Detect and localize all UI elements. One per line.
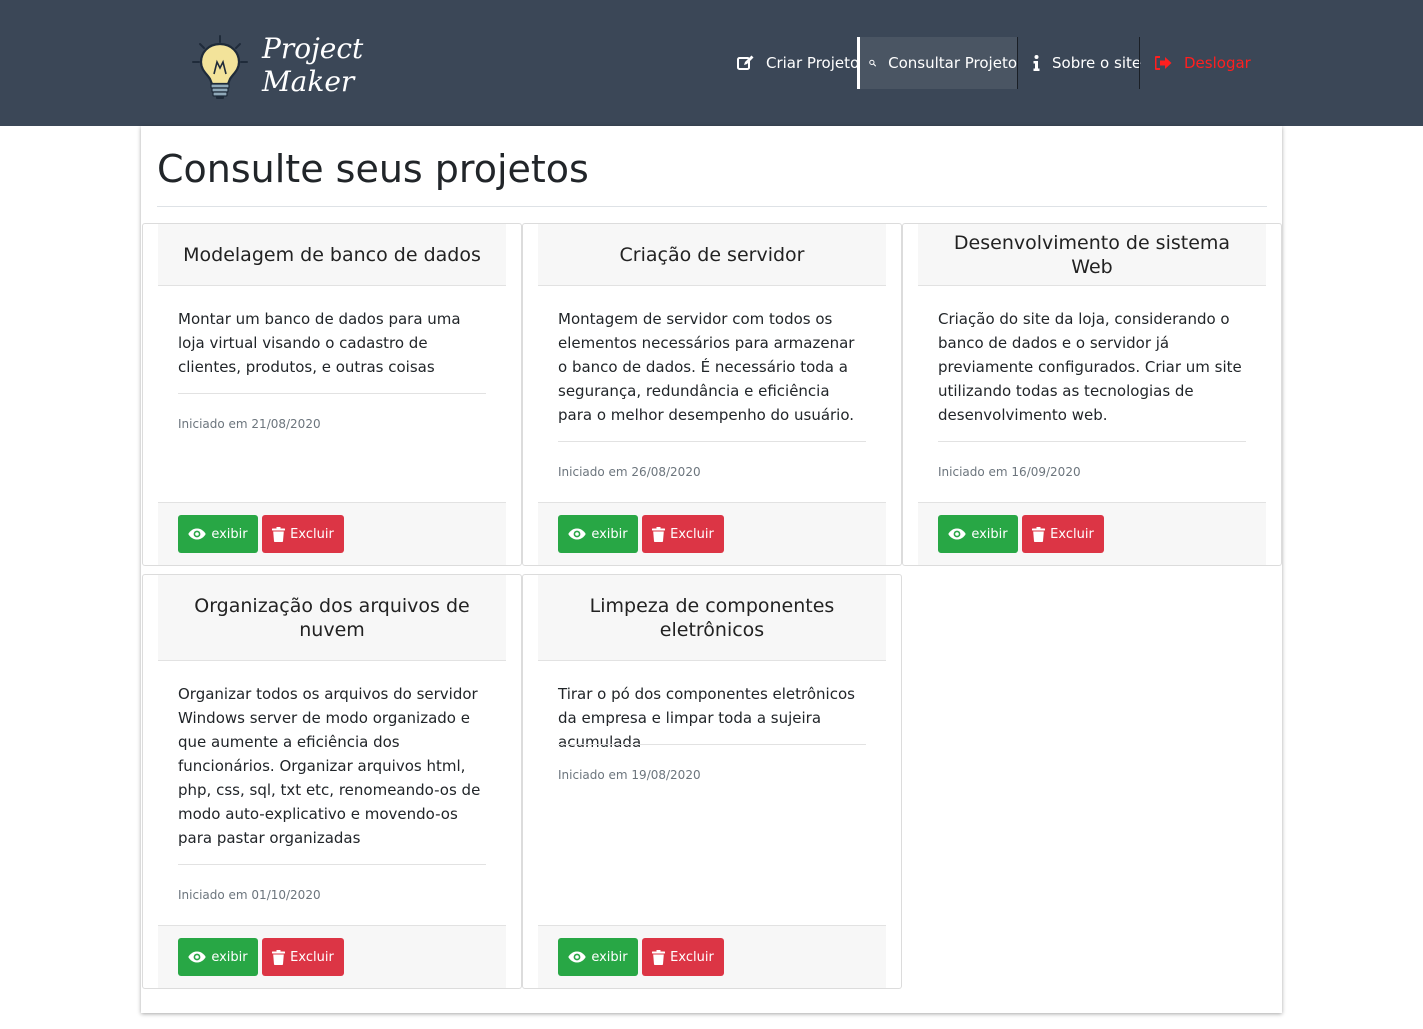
project-title: Organização dos arquivos de nuvem: [158, 575, 506, 661]
title-divider: [157, 206, 1267, 207]
project-card: Limpeza de componentes eletrônicos Tirar…: [522, 574, 902, 989]
view-button[interactable]: exibir: [558, 938, 638, 976]
project-description: Organizar todos os arquivos do servidor …: [178, 685, 481, 847]
brand-logo[interactable]: Project Maker: [190, 30, 380, 102]
project-title: Desenvolvimento de sistema Web: [918, 224, 1266, 286]
project-start-date: Iniciado em 26/08/2020: [558, 465, 701, 479]
navbar: Project Maker Criar Projeto Consultar Pr…: [0, 0, 1423, 126]
delete-button-label: Excluir: [290, 949, 334, 965]
project-card: Modelagem de banco de dados Montar um ba…: [142, 223, 522, 566]
card-divider: [558, 441, 866, 442]
trash-icon: [652, 526, 666, 542]
nav-deslogar[interactable]: Deslogar: [1155, 37, 1251, 89]
delete-button[interactable]: Excluir: [642, 515, 724, 553]
project-description: Montagem de servidor com todos os elemen…: [558, 310, 855, 424]
delete-button[interactable]: Excluir: [642, 938, 724, 976]
card-divider: [178, 393, 486, 394]
view-button[interactable]: exibir: [178, 515, 258, 553]
delete-button-label: Excluir: [1050, 526, 1094, 542]
view-button-label: exibir: [591, 949, 628, 965]
view-button-label: exibir: [211, 526, 248, 542]
project-card: Criação de servidor Montagem de servidor…: [522, 223, 902, 566]
card-divider: [558, 744, 866, 745]
card-footer: exibir Excluir: [158, 925, 506, 988]
info-icon: [1033, 55, 1040, 71]
search-icon: [869, 59, 877, 67]
view-button-label: exibir: [211, 949, 248, 965]
page-title: Consulte seus projetos: [157, 147, 589, 191]
project-start-date: Iniciado em 16/09/2020: [938, 465, 1081, 479]
eye-icon: [568, 951, 587, 963]
eye-icon: [568, 528, 587, 540]
trash-icon: [652, 949, 666, 965]
project-title: Limpeza de componentes eletrônicos: [538, 575, 886, 661]
delete-button[interactable]: Excluir: [262, 938, 344, 976]
project-card: Organização dos arquivos de nuvem Organi…: [142, 574, 522, 989]
nav-sobre-site[interactable]: Sobre o site: [1033, 37, 1141, 89]
nav-label: Criar Projeto: [766, 54, 860, 72]
delete-button-label: Excluir: [290, 526, 334, 542]
eye-icon: [948, 528, 967, 540]
delete-button-label: Excluir: [670, 526, 714, 542]
card-footer: exibir Excluir: [918, 502, 1266, 565]
lightbulb-icon: [192, 35, 248, 99]
card-footer: exibir Excluir: [538, 925, 886, 988]
edit-icon: [737, 55, 754, 70]
nav-consultar-projeto[interactable]: Consultar Projeto: [857, 37, 1017, 89]
view-button-label: exibir: [591, 526, 628, 542]
brand-name: Project Maker: [262, 32, 363, 98]
delete-button[interactable]: Excluir: [1022, 515, 1104, 553]
nav-criar-projeto[interactable]: Criar Projeto: [737, 37, 859, 89]
card-divider: [938, 441, 1246, 442]
nav-divider: [1017, 37, 1018, 89]
nav-label: Sobre o site: [1052, 54, 1142, 72]
project-description: Montar um banco de dados para uma loja v…: [178, 310, 461, 376]
eye-icon: [188, 528, 207, 540]
sign-out-icon: [1155, 56, 1172, 70]
eye-icon: [188, 951, 207, 963]
brand-line-2: Maker: [262, 65, 355, 98]
trash-icon: [272, 526, 286, 542]
main-container: Consulte seus projetos Modelagem de banc…: [141, 126, 1282, 1013]
trash-icon: [272, 949, 286, 965]
trash-icon: [1032, 526, 1046, 542]
view-button[interactable]: exibir: [938, 515, 1018, 553]
brand-line-1: Project: [262, 32, 364, 65]
card-divider: [178, 864, 486, 865]
nav-label: Consultar Projeto: [888, 54, 1017, 72]
delete-button[interactable]: Excluir: [262, 515, 344, 553]
project-start-date: Iniciado em 01/10/2020: [178, 888, 321, 902]
nav-divider: [1139, 37, 1140, 89]
view-button-label: exibir: [971, 526, 1008, 542]
project-start-date: Iniciado em 21/08/2020: [178, 417, 321, 431]
view-button[interactable]: exibir: [558, 515, 638, 553]
card-footer: exibir Excluir: [158, 502, 506, 565]
nav-label: Deslogar: [1184, 54, 1251, 72]
project-title: Criação de servidor: [538, 224, 886, 286]
project-description: Criação do site da loja, considerando o …: [938, 310, 1242, 424]
project-start-date: Iniciado em 19/08/2020: [558, 768, 701, 782]
view-button[interactable]: exibir: [178, 938, 258, 976]
delete-button-label: Excluir: [670, 949, 714, 965]
card-footer: exibir Excluir: [538, 502, 886, 565]
project-card: Desenvolvimento de sistema Web Criação d…: [902, 223, 1282, 566]
project-title: Modelagem de banco de dados: [158, 224, 506, 286]
